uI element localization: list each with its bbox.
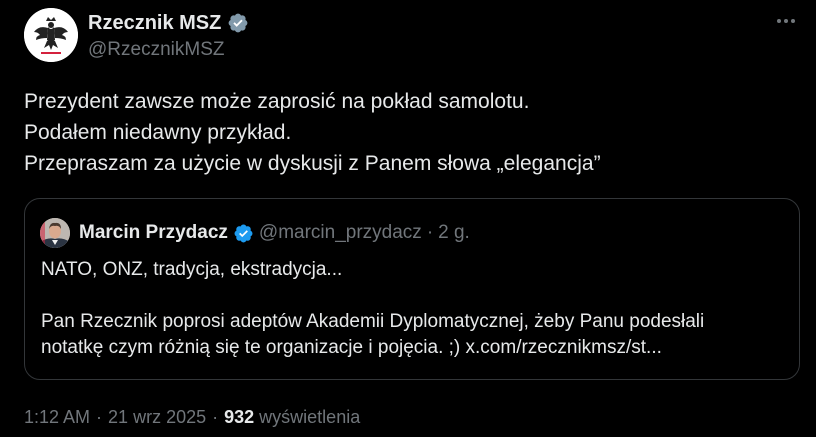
person-avatar-icon [40,218,70,248]
tweet-time[interactable]: 1:12 AM [24,405,90,429]
tweet-card: Rzecznik MSZ @RzecznikMSZ Prezydent zaws… [0,0,816,437]
separator-dot: · [96,407,103,427]
quoted-author-avatar[interactable] [40,218,70,248]
quoted-text: NATO, ONZ, tradycja, ekstradycja... Pan … [41,257,791,361]
verified-badge-icon[interactable] [233,223,254,244]
separator-dot: · [212,407,219,427]
tweet-date[interactable]: 21 wrz 2025 [108,405,206,429]
tweet-text-line: Podałem niedawny przykład. [24,121,292,144]
author-avatar[interactable] [24,8,78,62]
tweet-meta: 1:12 AM · 21 wrz 2025 · 932 wyświetlenia [24,405,360,429]
quoted-tweet[interactable]: Marcin Przydacz @marcin_przydacz · 2 g. … [24,198,800,380]
quoted-text-line: Pan Rzecznik poprosi adeptów Akademii Dy… [41,311,705,332]
eagle-emblem-icon [24,8,78,62]
author-name-row: Rzecznik MSZ [88,11,249,35]
more-dot-icon [777,19,781,23]
more-dot-icon [784,19,788,23]
separator-dot: · [426,222,434,243]
tweet-text-line: Prezydent zawsze może zaprosić na pokład… [24,90,530,113]
quoted-display-name[interactable]: Marcin Przydacz [79,221,228,245]
more-options-button[interactable] [770,10,802,32]
author-display-name[interactable]: Rzecznik MSZ [88,11,221,35]
tweet-text: Prezydent zawsze może zaprosić na pokład… [24,86,794,179]
quoted-text-line: NATO, ONZ, tradycja, ekstradycja... [41,259,343,280]
quoted-header: Marcin Przydacz @marcin_przydacz · 2 g. [79,221,470,245]
quoted-handle[interactable]: @marcin_przydacz [259,221,422,245]
more-dot-icon [791,19,795,23]
verified-badge-icon[interactable] [227,12,249,34]
views-label: wyświetlenia [259,407,361,427]
author-handle[interactable]: @RzecznikMSZ [88,38,224,62]
quoted-text-line: notatkę czym różnią się te organizacje i… [41,337,662,358]
views-count: 932 [224,407,255,427]
tweet-text-line: Przepraszam za użycie w dyskusji z Panem… [24,152,601,175]
quoted-timestamp[interactable]: 2 g. [438,221,470,245]
